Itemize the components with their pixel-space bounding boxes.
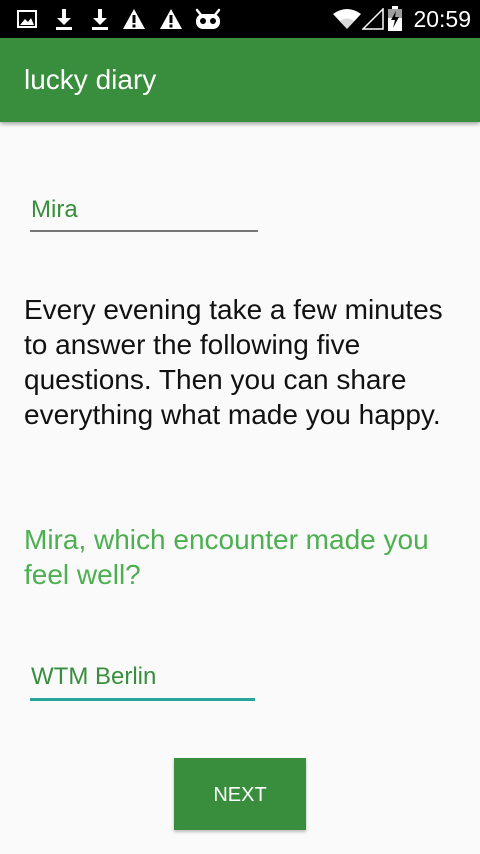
name-field[interactable]: Mira bbox=[30, 192, 258, 232]
app-title: lucky diary bbox=[24, 64, 157, 95]
download-icon bbox=[88, 6, 112, 32]
clipped-text-fragment bbox=[24, 122, 154, 124]
answer-field-value: WTM Berlin bbox=[31, 663, 157, 690]
image-icon bbox=[15, 6, 39, 32]
main-content[interactable]: Mira Every evening take a few minutes to… bbox=[0, 122, 480, 854]
battery-icon bbox=[385, 6, 405, 32]
status-bar: 20:59 bbox=[0, 0, 480, 38]
signal-icon bbox=[361, 6, 385, 32]
warning-icon bbox=[159, 6, 183, 32]
status-time: 20:59 bbox=[413, 6, 471, 32]
question-text: Mira, which encounter made you feel well… bbox=[24, 524, 429, 590]
name-field-value: Mira bbox=[31, 196, 78, 223]
warning-icon bbox=[122, 6, 146, 32]
download-icon bbox=[52, 6, 76, 32]
android-bot-icon bbox=[194, 6, 222, 32]
next-button[interactable]: NEXT bbox=[174, 758, 306, 830]
intro-text: Every evening take a few minutes to answ… bbox=[24, 294, 443, 430]
answer-field[interactable]: WTM Berlin bbox=[30, 660, 255, 701]
wifi-icon bbox=[332, 6, 362, 32]
app-bar: lucky diary bbox=[0, 38, 480, 122]
